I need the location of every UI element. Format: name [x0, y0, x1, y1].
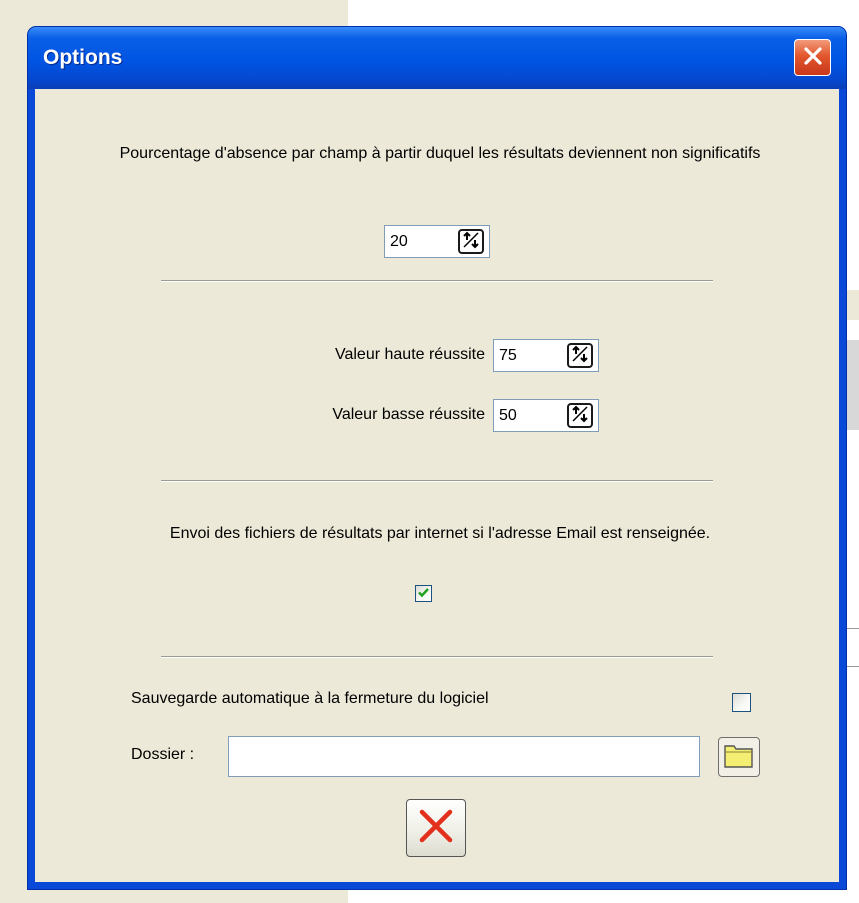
sauvegarde-checkbox[interactable] — [732, 693, 751, 712]
window-title: Options — [43, 46, 123, 69]
absence-label: Pourcentage d'absence par champ à partir… — [119, 145, 761, 162]
sauvegarde-label: Sauvegarde automatique à la fermeture du… — [131, 690, 489, 707]
cancel-x-icon — [416, 806, 456, 850]
valeur-basse-spin-button[interactable] — [567, 403, 593, 428]
dossier-label: Dossier : — [131, 746, 195, 763]
spin-arrows-icon — [462, 231, 480, 253]
valeur-basse-value[interactable]: 50 — [499, 407, 517, 425]
valeur-haute-label: Valeur haute réussite — [334, 346, 485, 363]
valeur-haute-value[interactable]: 75 — [499, 347, 517, 365]
background-fragment — [846, 290, 859, 320]
close-button[interactable] — [794, 39, 831, 76]
absence-spin-button[interactable] — [458, 229, 484, 254]
absence-spinner[interactable]: 20 — [384, 225, 490, 258]
separator — [161, 280, 713, 282]
email-checkbox[interactable] — [415, 585, 432, 602]
valeur-haute-spinner[interactable]: 75 — [493, 339, 599, 372]
cancel-button[interactable] — [406, 799, 466, 857]
background-line — [846, 628, 859, 629]
options-dialog: Options Pourcentage d'absence par champ … — [28, 27, 846, 889]
browse-folder-button[interactable] — [718, 737, 760, 777]
valeur-haute-spin-button[interactable] — [567, 343, 593, 368]
title-bar[interactable]: Options — [28, 27, 846, 89]
dossier-field[interactable] — [228, 736, 700, 777]
email-label: Envoi des fichiers de résultats par inte… — [169, 525, 711, 542]
spin-arrows-icon — [571, 405, 589, 427]
checkmark-icon — [417, 584, 430, 603]
valeur-basse-spinner[interactable]: 50 — [493, 399, 599, 432]
background-fragment — [846, 340, 859, 430]
absence-value[interactable]: 20 — [390, 233, 408, 251]
spin-arrows-icon — [571, 345, 589, 367]
background-line — [846, 666, 859, 667]
valeur-basse-label: Valeur basse réussite — [332, 406, 485, 423]
folder-icon — [723, 741, 755, 773]
close-icon — [802, 45, 824, 71]
separator — [161, 656, 713, 658]
dialog-body: Pourcentage d'absence par champ à partir… — [35, 89, 839, 882]
separator — [161, 480, 713, 482]
